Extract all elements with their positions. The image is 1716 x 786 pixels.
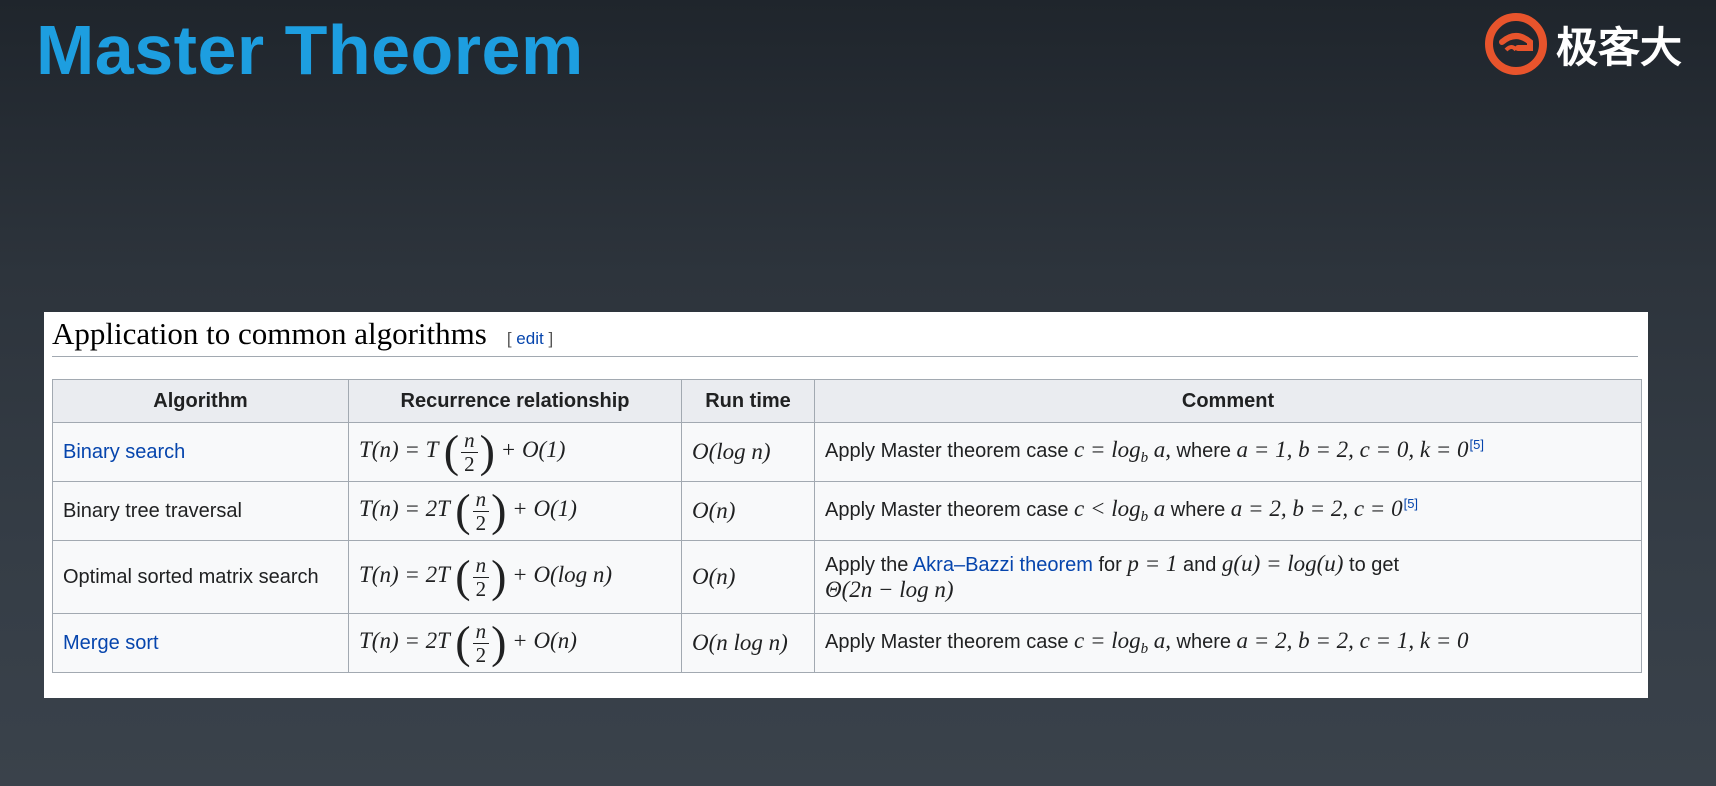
- recurrence-cell: T(n) = 2T (n 2) + O(log n): [348, 540, 682, 614]
- comment-math: g(u) = log(u): [1221, 551, 1344, 576]
- recurrence-lhs: T(n) = 2T: [359, 496, 450, 522]
- run-time: O(n): [692, 564, 736, 589]
- logo-text: 极客大: [1556, 22, 1683, 72]
- frac-num: n: [461, 429, 478, 453]
- recurrence-rhs: + O(1): [512, 496, 577, 522]
- comment-cell: Apply Master theorem case c = logb a, wh…: [814, 422, 1642, 482]
- comment-text: Apply the: [825, 554, 909, 576]
- comment-math: a,: [1153, 628, 1171, 653]
- comment-cell: Apply Master theorem case c = logb a, wh…: [814, 613, 1642, 673]
- recurrence-lhs: T(n) = 2T: [359, 562, 450, 588]
- comment-math: a = 2, b = 2, c = 0: [1230, 496, 1403, 521]
- recurrence-formula: T(n) = T (n 2) + O(1): [359, 426, 566, 477]
- logo: 极客大: [1484, 8, 1682, 80]
- recurrence-cell: T(n) = 2T (n 2) + O(1): [348, 481, 682, 541]
- header-recurrence: Recurrence relationship: [348, 379, 682, 423]
- frac-num: n: [472, 488, 490, 512]
- frac-num: n: [472, 554, 490, 578]
- comment-text: for: [1098, 554, 1122, 576]
- comment-text: Apply Master theorem case: [825, 499, 1069, 521]
- reference-link[interactable]: [5]: [1404, 496, 1418, 511]
- algorithm-link-binary-search[interactable]: Binary search: [52, 422, 349, 482]
- recurrence-lhs: T(n) = 2T: [359, 628, 450, 654]
- run-time-cell: O(log n): [681, 422, 815, 482]
- run-time: O(log n): [692, 439, 771, 464]
- recurrence-cell: T(n) = T (n 2) + O(1): [348, 422, 682, 482]
- algorithm-link-merge-sort[interactable]: Merge sort: [52, 613, 349, 673]
- comment-cell: Apply the Akra–Bazzi theorem for p = 1 a…: [814, 540, 1642, 614]
- table-row: Binary tree traversal T(n) = 2T (n 2) + O…: [52, 481, 1642, 541]
- comment-math-sub: b: [1140, 641, 1149, 657]
- recurrence-cell: T(n) = 2T (n 2) + O(n): [348, 613, 682, 673]
- slide-title: Master Theorem: [36, 11, 584, 89]
- table-row: Merge sort T(n) = 2T (n 2) + O(n) O(n log…: [52, 613, 1642, 673]
- recurrence-rhs: + O(log n): [512, 562, 613, 588]
- comment-math: a = 1, b = 2, c = 0, k = 0: [1236, 437, 1469, 462]
- comment-math-sub: b: [1140, 509, 1149, 525]
- reference-link[interactable]: [5]: [1470, 437, 1484, 452]
- run-time-cell: O(n): [681, 481, 815, 541]
- table-header-row: Algorithm Recurrence relationship Run ti…: [52, 379, 1642, 423]
- recurrence-rhs: + O(n): [512, 628, 577, 654]
- recurrence-formula: T(n) = 2T (n 2) + O(1): [359, 485, 577, 536]
- run-time-cell: O(n log n): [681, 613, 815, 673]
- section-header: Application to common algorithms [ edit …: [52, 316, 1638, 357]
- table-row: Optimal sorted matrix search T(n) = 2T (…: [52, 540, 1642, 614]
- comment-math: a,: [1153, 437, 1171, 462]
- comment-text: and: [1182, 554, 1217, 576]
- algorithm-name: Optimal sorted matrix search: [52, 540, 349, 614]
- algorithms-table: Algorithm Recurrence relationship Run ti…: [52, 379, 1642, 673]
- run-time-cell: O(n): [681, 540, 815, 614]
- edit-label[interactable]: edit: [516, 329, 543, 348]
- comment-math-sub: b: [1140, 450, 1149, 466]
- comment-math: a = 2, b = 2, c = 1, k = 0: [1236, 628, 1469, 653]
- edit-close-bracket: ]: [548, 329, 554, 348]
- header-comment: Comment: [814, 379, 1642, 423]
- comment-text: to get: [1349, 554, 1400, 576]
- comment-math: c = log: [1074, 437, 1141, 462]
- frac-num: n: [472, 620, 490, 644]
- comment-math: p = 1: [1127, 551, 1178, 576]
- table-row: Binary search T(n) = T (n 2) + O(1) O(log…: [52, 422, 1642, 482]
- comment-text: where: [1176, 631, 1231, 653]
- recurrence-rhs: + O(1): [500, 437, 566, 463]
- recurrence-formula: T(n) = 2T (n 2) + O(log n): [359, 551, 613, 602]
- comment-text: Apply Master theorem case: [825, 631, 1069, 653]
- wiki-panel: Application to common algorithms [ edit …: [44, 312, 1648, 698]
- section-title: Application to common algorithms: [52, 316, 487, 351]
- comment-text: Apply Master theorem case: [825, 440, 1069, 462]
- header-algorithm: Algorithm: [52, 379, 349, 423]
- recurrence-lhs: T(n) = T: [359, 437, 439, 463]
- akra-bazzi-link[interactable]: Akra–Bazzi theorem: [913, 554, 1093, 576]
- frac-den: 2: [475, 576, 487, 601]
- run-time: O(n): [692, 498, 736, 523]
- frac-den: 2: [475, 642, 487, 667]
- header-run-time: Run time: [681, 379, 815, 423]
- run-time: O(n log n): [692, 630, 788, 655]
- comment-math: Θ(2n − log n): [825, 577, 954, 602]
- recurrence-formula: T(n) = 2T (n 2) + O(n): [359, 617, 577, 668]
- comment-cell: Apply Master theorem case c < logb a whe…: [814, 481, 1642, 541]
- comment-text: where: [1170, 499, 1226, 521]
- frac-den: 2: [464, 451, 475, 476]
- frac-den: 2: [475, 510, 487, 535]
- comment-math: c = log: [1074, 628, 1141, 653]
- comment-math: c < log: [1074, 496, 1141, 521]
- algorithm-name: Binary tree traversal: [52, 481, 349, 541]
- geekbang-logo-icon: [1485, 13, 1547, 75]
- edit-open-bracket: [: [506, 329, 512, 348]
- comment-math: a: [1153, 496, 1166, 521]
- comment-text: where: [1176, 440, 1231, 462]
- edit-link[interactable]: [ edit ]: [507, 329, 553, 349]
